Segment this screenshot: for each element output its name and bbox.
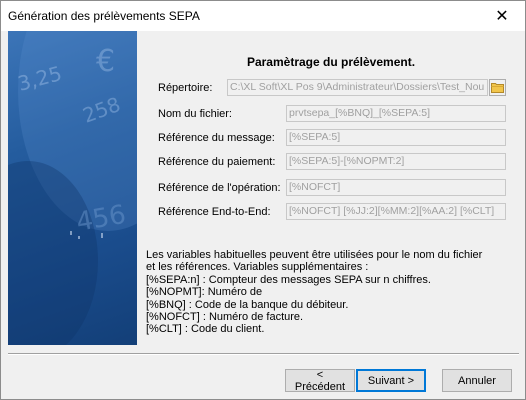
previous-button[interactable]: < Précédent (285, 369, 355, 393)
info-line: Les variables habituelles peuvent être u… (146, 249, 483, 261)
repertoire-label: Répertoire: (158, 82, 213, 94)
close-icon[interactable]: ✕ (479, 1, 525, 31)
banner-decor-euro: € (96, 44, 115, 79)
dialog-window: Génération des prélèvements SEPA ✕ 3,25 … (0, 0, 526, 400)
next-button[interactable]: Suivant > (356, 369, 426, 392)
side-banner-image: 3,25 € 258 456 (8, 31, 137, 345)
cancel-button[interactable]: Annuler (442, 369, 512, 392)
ref-paiement-field[interactable]: [%SEPA:5]-[%NOPMT:2] (286, 153, 506, 170)
ref-operation-label: Référence de l'opération: (158, 182, 281, 194)
info-line: [%NOFCT] : Numéro de facture. (146, 311, 304, 324)
ref-end-to-end-label: Référence End-to-End: (158, 206, 271, 218)
ref-message-field[interactable]: [%SEPA:5] (286, 129, 506, 146)
info-line: et les références. Variables supplémenta… (146, 261, 369, 274)
window-title: Génération des prélèvements SEPA (8, 9, 200, 23)
info-line: [%CLT] : Code du client. (146, 323, 265, 336)
ref-paiement-label: Référence du paiement: (158, 156, 276, 168)
variables-info-text: Les variables habituelles peuvent être u… (146, 249, 516, 336)
ref-message-label: Référence du message: (158, 132, 275, 144)
repertoire-field[interactable]: C:\XL Soft\XL Pos 9\Administrateur\Dossi… (227, 79, 488, 96)
info-line: [%SEPA:n] : Compteur des messages SEPA s… (146, 273, 431, 286)
footer-divider (8, 353, 519, 355)
info-line: [%NOPMT]: Numéro de (146, 286, 263, 299)
folder-icon (491, 83, 504, 93)
nom-fichier-field[interactable]: prvtsepa_[%BNQ]_[%SEPA:5] (286, 105, 506, 122)
browse-folder-button[interactable] (489, 79, 506, 96)
nom-fichier-label: Nom du fichier: (158, 108, 232, 120)
info-line: [%BNQ] : Code de la banque du débiteur. (146, 298, 349, 311)
title-bar: Génération des prélèvements SEPA ✕ (1, 1, 525, 31)
section-heading: Paramètrage du prélèvement. (246, 55, 416, 69)
ref-operation-field[interactable]: [%NOFCT] (286, 179, 506, 196)
ref-end-to-end-field[interactable]: [%NOFCT] [%JJ:2][%MM:2][%AA:2] [%CLT] (286, 203, 506, 220)
